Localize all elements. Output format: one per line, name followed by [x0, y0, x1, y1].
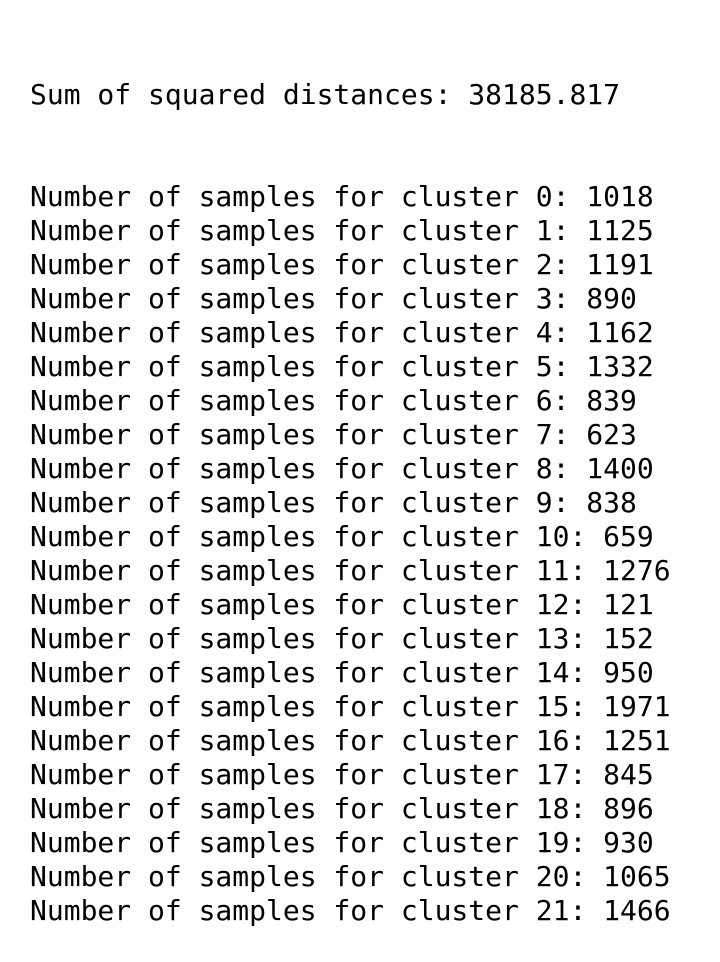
cluster-label: Number of samples for cluster 8:	[30, 452, 570, 485]
cluster-label: Number of samples for cluster 13:	[30, 622, 587, 655]
cluster-label: Number of samples for cluster 16:	[30, 724, 587, 757]
cluster-label: Number of samples for cluster 15:	[30, 690, 587, 723]
cluster-label: Number of samples for cluster 9:	[30, 486, 570, 519]
cluster-label: Number of samples for cluster 17:	[30, 758, 587, 791]
cluster-count-value: 1251	[603, 724, 671, 757]
cluster-count-value: 896	[603, 792, 654, 825]
cluster-label: Number of samples for cluster 2:	[30, 248, 570, 281]
cluster-count-line: Number of samples for cluster 7: 623	[30, 418, 710, 452]
cluster-count-value: 839	[586, 384, 637, 417]
cluster-count-line: Number of samples for cluster 19: 930	[30, 826, 710, 860]
cluster-label: Number of samples for cluster 1:	[30, 214, 570, 247]
cluster-count-line: Number of samples for cluster 8: 1400	[30, 452, 710, 486]
cluster-count-line: Number of samples for cluster 0: 1018	[30, 180, 710, 214]
cluster-count-list: Number of samples for cluster 0: 1018 Num…	[30, 180, 710, 928]
cluster-count-line: Number of samples for cluster 4: 1162	[30, 316, 710, 350]
cluster-count-line: Number of samples for cluster 17: 845	[30, 758, 710, 792]
cluster-count-value: 659	[603, 520, 654, 553]
cluster-count-line: Number of samples for cluster 15: 1971	[30, 690, 710, 724]
cluster-count-value: 930	[603, 826, 654, 859]
cluster-count-line: Number of samples for cluster 18: 896	[30, 792, 710, 826]
console-output: Sum of squared distances: 38185.817 Numb…	[30, 10, 710, 962]
cluster-count-line: Number of samples for cluster 9: 838	[30, 486, 710, 520]
summary-value: 38185.817	[468, 78, 621, 111]
cluster-count-line: Number of samples for cluster 3: 890	[30, 282, 710, 316]
summary-line: Sum of squared distances: 38185.817	[30, 78, 710, 112]
summary-label: Sum of squared distances:	[30, 78, 452, 111]
cluster-count-line: Number of samples for cluster 5: 1332	[30, 350, 710, 384]
cluster-count-value: 623	[586, 418, 637, 451]
cluster-count-line: Number of samples for cluster 21: 1466	[30, 894, 710, 928]
cluster-label: Number of samples for cluster 11:	[30, 554, 587, 587]
cluster-label: Number of samples for cluster 12:	[30, 588, 587, 621]
cluster-count-value: 1191	[586, 248, 654, 281]
cluster-count-line: Number of samples for cluster 12: 121	[30, 588, 710, 622]
cluster-count-value: 1018	[586, 180, 654, 213]
cluster-count-value: 845	[603, 758, 654, 791]
cluster-count-value: 1400	[586, 452, 654, 485]
cluster-count-line: Number of samples for cluster 14: 950	[30, 656, 710, 690]
cluster-count-value: 1466	[603, 894, 671, 927]
cluster-count-value: 1162	[586, 316, 654, 349]
cluster-count-line: Number of samples for cluster 13: 152	[30, 622, 710, 656]
cluster-count-value: 121	[603, 588, 654, 621]
cluster-label: Number of samples for cluster 18:	[30, 792, 587, 825]
cluster-label: Number of samples for cluster 7:	[30, 418, 570, 451]
cluster-label: Number of samples for cluster 14:	[30, 656, 587, 689]
cluster-label: Number of samples for cluster 21:	[30, 894, 587, 927]
cluster-count-value: 950	[603, 656, 654, 689]
cluster-label: Number of samples for cluster 0:	[30, 180, 570, 213]
cluster-label: Number of samples for cluster 6:	[30, 384, 570, 417]
cluster-label: Number of samples for cluster 19:	[30, 826, 587, 859]
cluster-count-value: 1065	[603, 860, 671, 893]
cluster-label: Number of samples for cluster 20:	[30, 860, 587, 893]
cluster-count-value: 152	[603, 622, 654, 655]
cluster-count-line: Number of samples for cluster 10: 659	[30, 520, 710, 554]
cluster-label: Number of samples for cluster 4:	[30, 316, 570, 349]
cluster-label: Number of samples for cluster 3:	[30, 282, 570, 315]
cluster-count-value: 1332	[586, 350, 654, 383]
cluster-count-value: 838	[586, 486, 637, 519]
cluster-count-line: Number of samples for cluster 1: 1125	[30, 214, 710, 248]
cluster-count-value: 1125	[586, 214, 654, 247]
cluster-count-value: 1276	[603, 554, 671, 587]
cluster-count-line: Number of samples for cluster 11: 1276	[30, 554, 710, 588]
cluster-count-value: 1971	[603, 690, 671, 723]
cluster-count-value: 890	[586, 282, 637, 315]
cluster-count-line: Number of samples for cluster 20: 1065	[30, 860, 710, 894]
cluster-count-line: Number of samples for cluster 2: 1191	[30, 248, 710, 282]
cluster-label: Number of samples for cluster 5:	[30, 350, 570, 383]
cluster-label: Number of samples for cluster 10:	[30, 520, 587, 553]
cluster-count-line: Number of samples for cluster 16: 1251	[30, 724, 710, 758]
cluster-count-line: Number of samples for cluster 6: 839	[30, 384, 710, 418]
